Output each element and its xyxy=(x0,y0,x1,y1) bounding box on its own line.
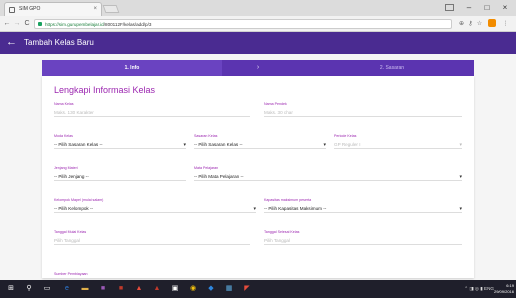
app-icon[interactable]: ◆ xyxy=(206,284,216,294)
dropdown-caret-icon: ▾ xyxy=(323,142,326,148)
tanggal-mulai-input[interactable]: Pilih Tanggal xyxy=(54,237,250,245)
bookmark-star-icon[interactable]: ☆ xyxy=(475,19,484,29)
sasaran-kelas-value: -- Pilih Sasaran Kelas -- xyxy=(194,142,243,147)
menu-icon[interactable]: ⋮ xyxy=(501,19,510,29)
mata-pelajaran-field: Mata Pelajaran -- Pilih Mata Pelajaran -… xyxy=(194,166,462,181)
reload-icon[interactable]: C xyxy=(22,16,32,32)
new-tab-button[interactable] xyxy=(102,5,120,13)
system-clock[interactable]: 6:19 29/09/2016 xyxy=(494,283,514,295)
jenjang-materi-label: Jenjang Materi xyxy=(54,166,78,170)
url-host: https://sim.gurupembelajar.id xyxy=(45,22,104,27)
page-title: Tambah Kelas Baru xyxy=(24,38,94,47)
browser-tabstrip: SIM GPO × – □ × xyxy=(0,0,516,16)
kapasitas-field: Kapasitas maksimum peserta -- Pilih Kapa… xyxy=(264,198,462,213)
nama-pendek-input[interactable]: Maks. 30 char xyxy=(264,109,462,117)
browser-tab-title: SIM GPO xyxy=(19,6,41,12)
acrobat-icon[interactable]: ▲ xyxy=(152,284,162,294)
store-icon[interactable]: ■ xyxy=(98,284,108,294)
sasaran-kelas-select[interactable]: -- Pilih Sasaran Kelas -- ▾ xyxy=(194,141,326,149)
windows-start-icon[interactable]: ⊞ xyxy=(6,284,16,294)
sasaran-kelas-label: Sasaran Kelas xyxy=(194,134,218,138)
dropdown-caret-icon: ▾ xyxy=(459,174,462,180)
kelompok-mapel-value: -- Pilih Kelompok -- xyxy=(54,206,94,211)
app-icon[interactable]: ▲ xyxy=(134,284,144,294)
nama-kelas-input[interactable]: Maks. 130 Karakter xyxy=(54,109,250,117)
app-icon[interactable]: ■ xyxy=(116,284,126,294)
mata-pelajaran-value: -- Pilih Mata Pelajaran -- xyxy=(194,174,244,179)
search-icon[interactable]: ⚲ xyxy=(24,284,34,294)
jenjang-materi-value: -- Pilih Jenjang -- xyxy=(54,174,89,179)
os-taskbar: ⊞ ⚲ ▭ e ▬ ■ ■ ▲ ▲ ▣ ◉ ◆ ▦ ◤ ⌃ ◨ ◎ ▮ ENG … xyxy=(0,280,516,298)
tanggal-selesai-field: Tanggal Selesai Kelas Pilih Tanggal xyxy=(264,230,462,245)
system-tray: ⌃ ◨ ◎ ▮ ENG xyxy=(464,280,494,298)
tanggal-mulai-field: Tanggal Mulai Kelas Pilih Tanggal xyxy=(54,230,250,245)
dropdown-caret-icon: ▾ xyxy=(459,142,462,148)
close-window-icon[interactable]: × xyxy=(496,0,514,16)
periode-kelas-field: Periode Kelas GP Reguler I ▾ xyxy=(334,134,462,149)
dropdown-caret-icon: ▾ xyxy=(183,142,186,148)
back-arrow-icon[interactable]: ← xyxy=(6,35,17,49)
edge-browser-icon[interactable]: e xyxy=(62,284,72,294)
sasaran-kelas-field: Sasaran Kelas -- Pilih Sasaran Kelas -- ▾ xyxy=(194,134,326,149)
tanggal-mulai-label: Tanggal Mulai Kelas xyxy=(54,230,87,234)
tray-icons[interactable]: ⌃ ◨ ◎ ▮ xyxy=(464,286,484,291)
periode-kelas-label: Periode Kelas xyxy=(334,134,357,138)
form-title: Lengkapi Informasi Kelas xyxy=(54,85,156,95)
extension-icon[interactable] xyxy=(487,19,496,29)
kelompok-mapel-label: Kelompok Mapel (mulai salam) xyxy=(54,198,104,202)
dropdown-caret-icon: ▾ xyxy=(459,206,462,212)
url-path: /800112F/kelas/add/p/3 xyxy=(103,22,152,27)
jenjang-materi-field: Jenjang Materi -- Pilih Jenjang -- xyxy=(54,166,186,181)
mata-pelajaran-select[interactable]: -- Pilih Mata Pelajaran -- ▾ xyxy=(194,173,462,181)
input-language[interactable]: ENG xyxy=(484,286,494,291)
step-info[interactable]: 1. Info xyxy=(42,60,222,76)
forward-icon[interactable]: → xyxy=(12,16,22,32)
task-view-icon[interactable]: ▭ xyxy=(42,284,52,294)
kelompok-mapel-field: Kelompok Mapel (mulai salam) -- Pilih Ke… xyxy=(54,198,256,213)
nama-pendek-label: Nama Pendek xyxy=(264,102,287,106)
file-explorer-icon[interactable]: ▬ xyxy=(80,284,90,294)
dropdown-caret-icon: ▾ xyxy=(253,206,256,212)
app-icon[interactable]: ◤ xyxy=(242,284,252,294)
page-icon xyxy=(9,7,15,13)
key-icon[interactable]: ⚷ xyxy=(466,19,475,29)
nama-kelas-field: Nama Kelas Maks. 130 Karakter xyxy=(54,102,250,117)
minimize-icon[interactable]: – xyxy=(460,0,478,16)
kapasitas-value: -- Pilih Kapasitas Maksimum -- xyxy=(264,206,327,211)
app-icon[interactable]: ▦ xyxy=(224,284,234,294)
back-icon[interactable]: ← xyxy=(2,16,12,32)
app-icon[interactable]: ▣ xyxy=(170,284,180,294)
browser-toolbar: ← → C https://sim.gurupembelajar.id/8001… xyxy=(0,16,516,32)
kelompok-mapel-select[interactable]: -- Pilih Kelompok -- ▾ xyxy=(54,205,256,213)
maximize-icon[interactable]: □ xyxy=(478,0,496,16)
nama-kelas-label: Nama Kelas xyxy=(54,102,74,106)
url-input[interactable]: https://sim.gurupembelajar.id/800112F/ke… xyxy=(34,19,452,29)
mata-pelajaran-label: Mata Pelajaran xyxy=(194,166,219,170)
chevron-right-icon: › xyxy=(256,64,260,71)
moda-kelas-value: -- Pilih Sasaran Kelas -- xyxy=(54,142,103,147)
moda-kelas-label: Moda Kelas xyxy=(54,134,73,138)
kapasitas-select[interactable]: -- Pilih Kapasitas Maksimum -- ▾ xyxy=(264,205,462,213)
chrome-icon[interactable]: ◉ xyxy=(188,284,198,294)
periode-kelas-select[interactable]: GP Reguler I ▾ xyxy=(334,141,462,149)
form-stepper: 1. Info › 2. Sasaran xyxy=(42,60,474,76)
close-tab-icon[interactable]: × xyxy=(93,3,97,16)
step-sasaran[interactable]: 2. Sasaran xyxy=(312,60,472,76)
sumber-pembiayaan-label: Sumber Pembiayaan xyxy=(54,272,88,276)
user-profile-icon[interactable] xyxy=(440,0,458,16)
moda-kelas-field: Moda Kelas -- Pilih Sasaran Kelas -- ▾ xyxy=(54,134,186,149)
lock-icon xyxy=(38,22,42,26)
browser-tab[interactable]: SIM GPO × xyxy=(4,2,102,16)
clock-date: 29/09/2016 xyxy=(493,289,514,294)
tanggal-selesai-input[interactable]: Pilih Tanggal xyxy=(264,237,462,245)
periode-kelas-value: GP Reguler I xyxy=(334,142,361,147)
form-card: Lengkapi Informasi Kelas Nama Kelas Maks… xyxy=(42,76,474,288)
app-header: ← Tambah Kelas Baru xyxy=(0,32,516,54)
jenjang-materi-select[interactable]: -- Pilih Jenjang -- xyxy=(54,173,186,181)
zoom-icon[interactable]: ⊕ xyxy=(457,19,466,29)
tanggal-selesai-label: Tanggal Selesai Kelas xyxy=(264,230,300,234)
nama-pendek-field: Nama Pendek Maks. 30 char xyxy=(264,102,462,117)
moda-kelas-select[interactable]: -- Pilih Sasaran Kelas -- ▾ xyxy=(54,141,186,149)
kapasitas-label: Kapasitas maksimum peserta xyxy=(264,198,312,202)
